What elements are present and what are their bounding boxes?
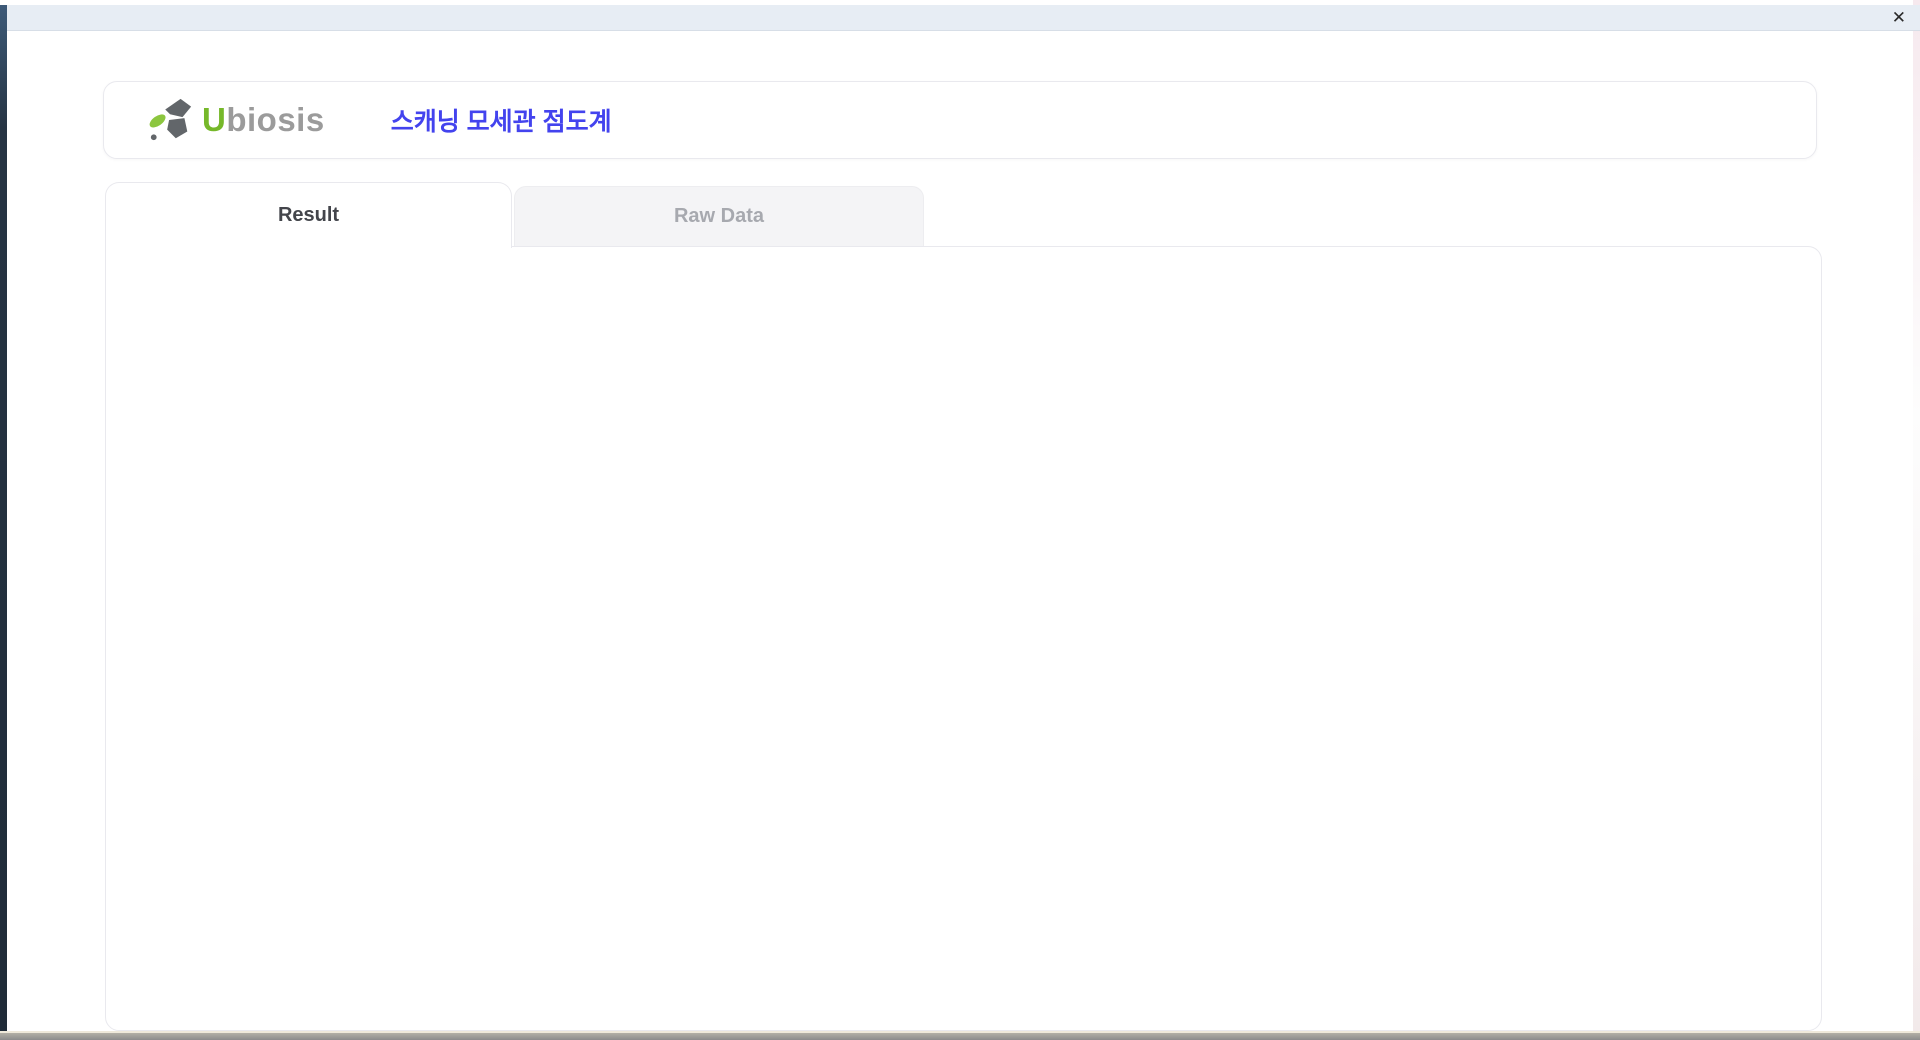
ubiosis-logo-text: Ubiosis	[202, 101, 325, 139]
header-card: Ubiosis 스캐닝 모세관 점도계	[103, 81, 1817, 159]
desktop-edge-left	[0, 5, 7, 1031]
close-button[interactable]: ✕	[1892, 7, 1906, 29]
ubiosis-logo: Ubiosis	[148, 95, 325, 145]
logo-rest-text: biosis	[226, 101, 325, 138]
screen: ✕ Ubiosis 스캐닝 모세관 점도계 Result Raw Data	[0, 0, 1920, 1040]
tab-raw-data[interactable]: Raw Data	[514, 186, 924, 246]
window-titlebar: ✕	[0, 5, 1920, 31]
tab-result[interactable]: Result	[105, 182, 512, 248]
logo-accent-letter: U	[202, 101, 227, 138]
desktop-edge-right	[1913, 0, 1920, 1040]
content-panel	[105, 246, 1822, 1031]
taskbar-strip	[0, 1031, 1920, 1040]
app-title: 스캐닝 모세관 점도계	[390, 108, 612, 136]
ubiosis-logo-icon	[149, 98, 192, 141]
